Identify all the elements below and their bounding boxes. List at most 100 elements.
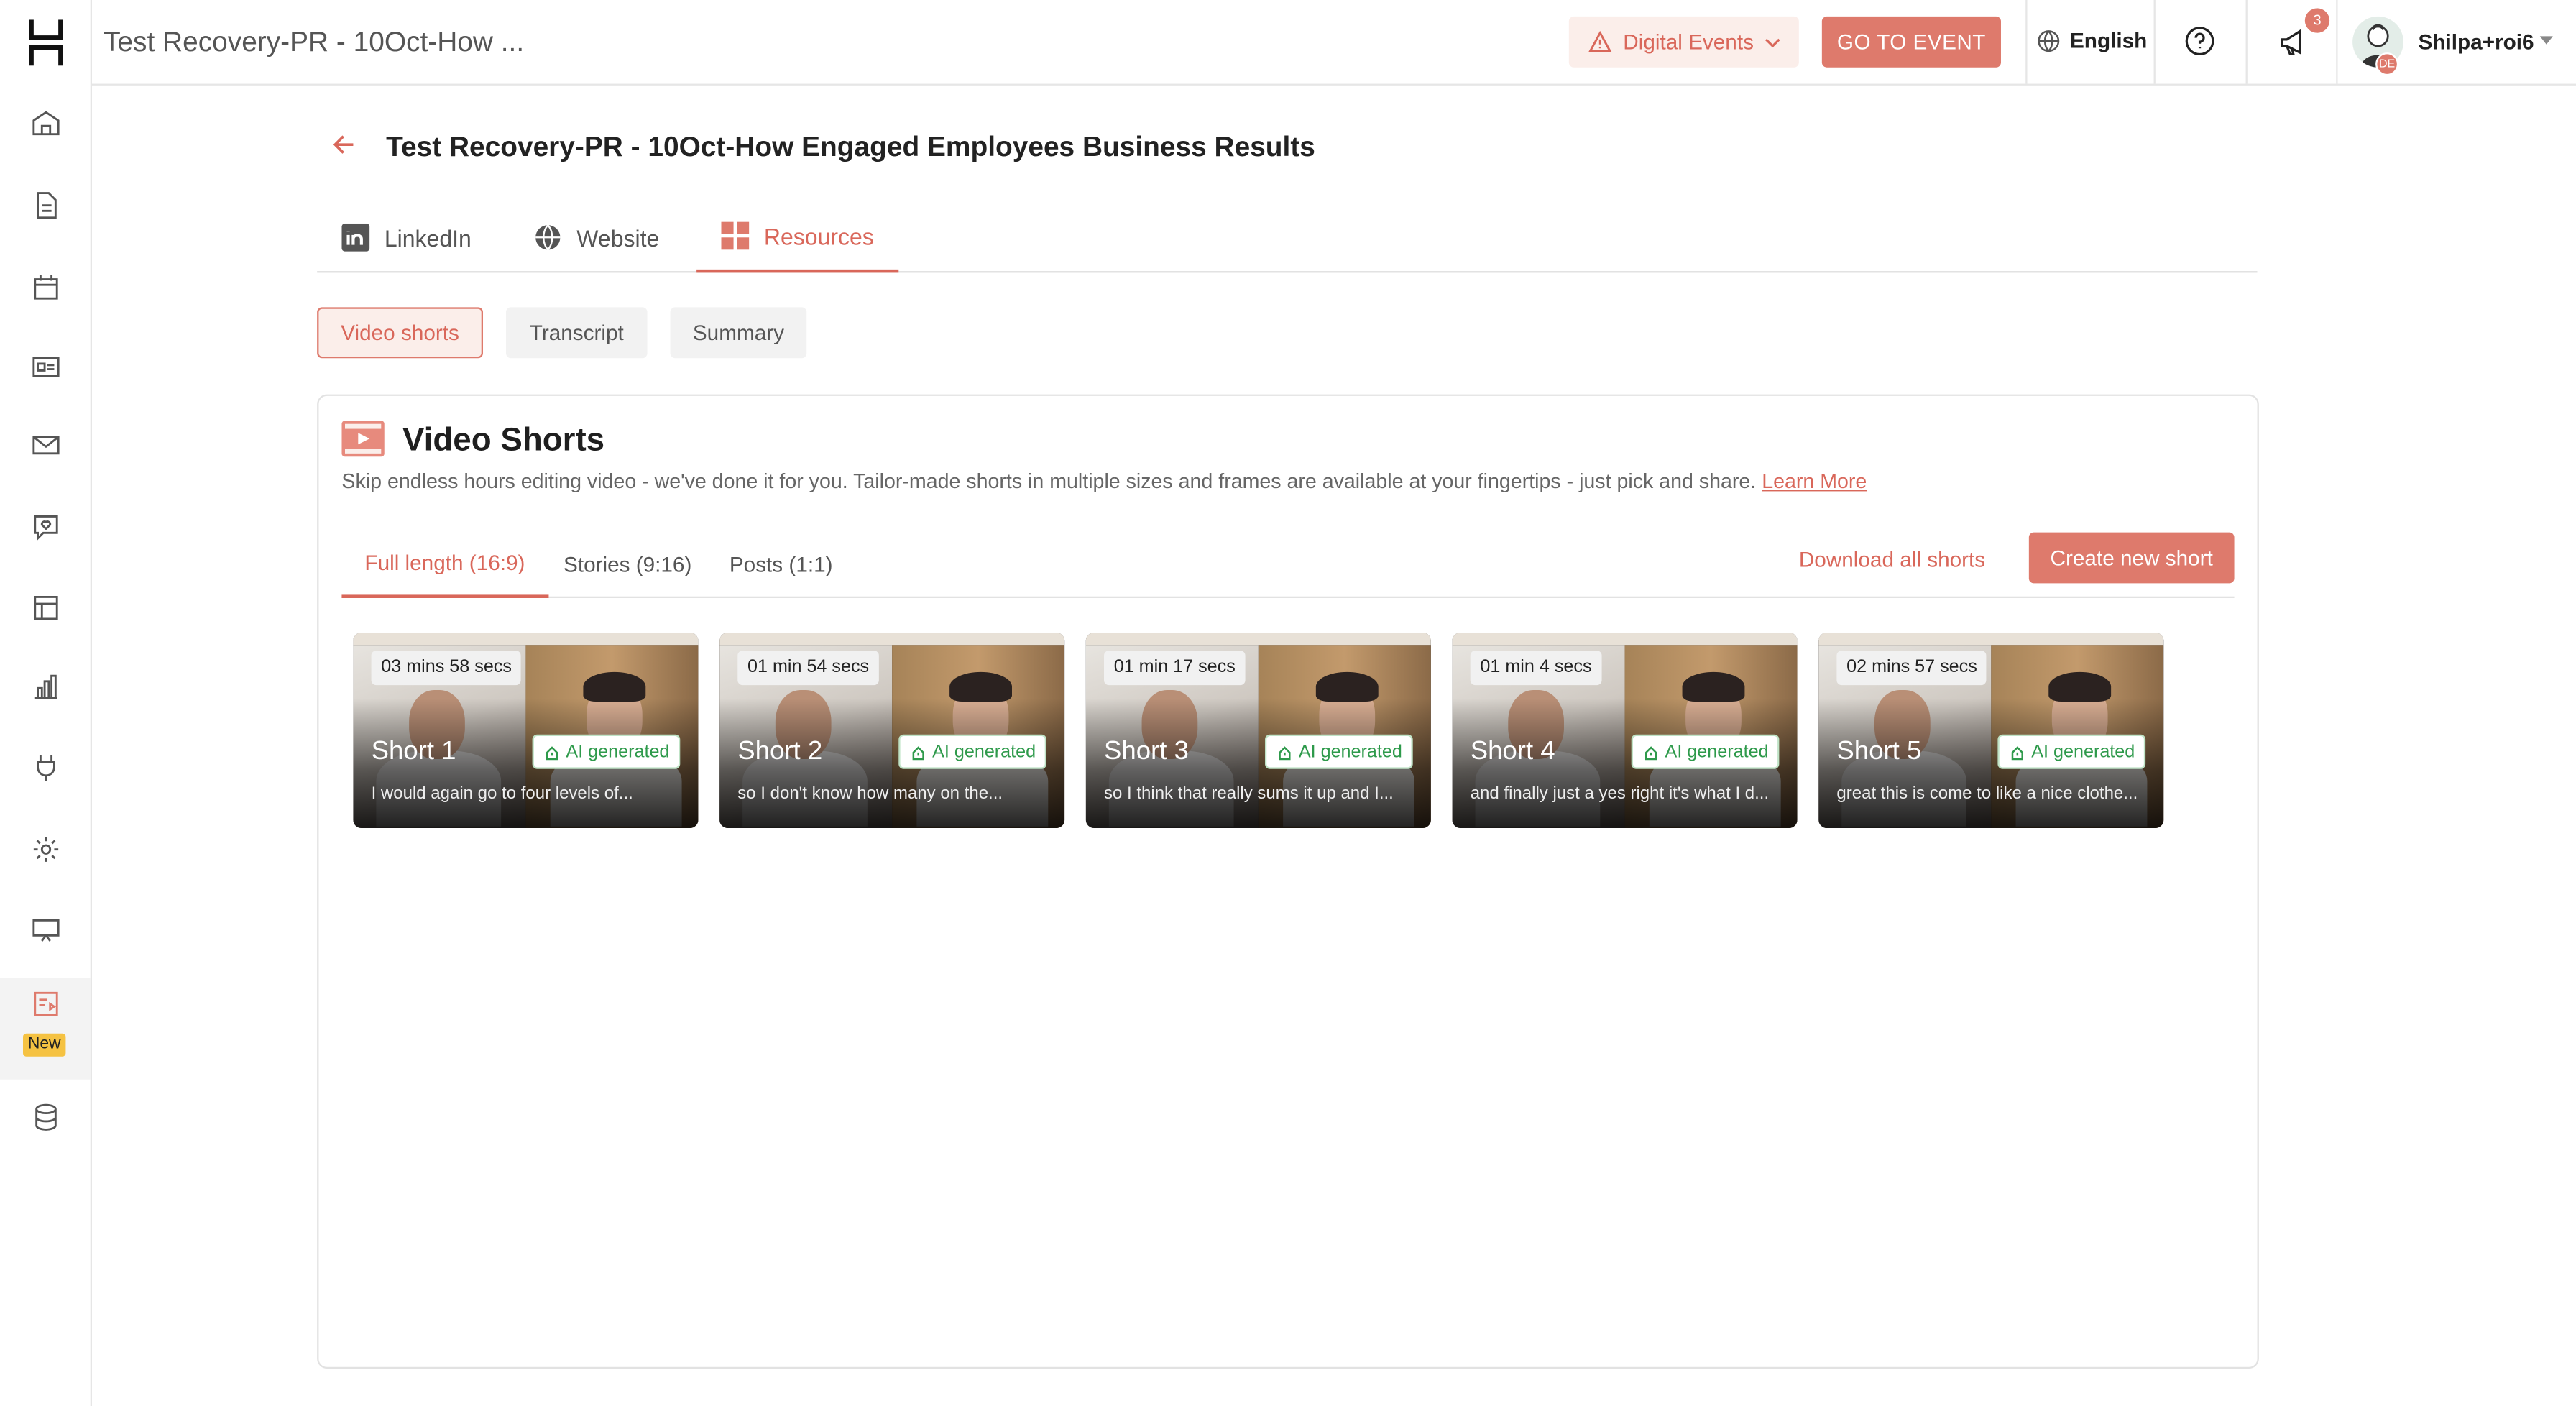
ai-generated-label: AI generated	[932, 741, 1036, 762]
divider	[2153, 0, 2156, 84]
create-new-short-button[interactable]: Create new short	[2028, 532, 2235, 584]
brand-logo-icon[interactable]	[28, 19, 64, 66]
ai-generated-badge: AI generated	[898, 734, 1046, 769]
ai-generated-badge: AI generated	[1631, 734, 1780, 769]
short-duration: 01 min 4 secs	[1470, 651, 1602, 686]
chevron-down-icon	[1766, 37, 1781, 47]
globe-icon	[2038, 29, 2060, 52]
database-icon[interactable]	[27, 1098, 66, 1137]
calendar-icon[interactable]	[27, 268, 66, 308]
learn-more-link[interactable]: Learn More	[1762, 470, 1867, 493]
subtab-summary[interactable]: Summary	[670, 307, 807, 359]
card-description: Skip endless hours editing video - we've…	[341, 470, 1867, 493]
short-caption: great this is come to like a nice clothe…	[1836, 784, 2138, 804]
back-arrow-icon[interactable]	[332, 133, 355, 156]
bar-chart-icon[interactable]	[27, 667, 66, 707]
short-duration: 02 mins 57 secs	[1836, 651, 1987, 686]
app-root: New Test Recovery-PR - 10Oct-How ... Dig…	[0, 0, 2576, 1406]
go-to-event-button[interactable]: GO TO EVENT	[1821, 16, 2001, 68]
video-shorts-icon[interactable]	[27, 984, 66, 1024]
speaker-hair	[583, 671, 646, 702]
speaker-hair	[1682, 671, 1745, 702]
globe-icon	[535, 224, 561, 252]
ai-sparkle-icon	[2010, 745, 2023, 760]
video-shorts-card: Video Shorts Skip endless hours editing …	[317, 394, 2259, 1369]
mail-icon[interactable]	[27, 426, 66, 465]
short-caption: so I think that really sums it up and I.…	[1103, 784, 1394, 804]
short-title: Short 5	[1836, 738, 1922, 766]
sidebar: New	[0, 0, 92, 1406]
event-selector-button[interactable]: Digital Events	[1568, 16, 1799, 68]
short-duration: 01 min 54 secs	[737, 651, 879, 686]
tab-full-length[interactable]: Full length (16:9)	[341, 530, 548, 598]
event-selector-label: Digital Events	[1623, 29, 1754, 55]
thumbnail-frame	[719, 632, 1065, 646]
ai-generated-label: AI generated	[1298, 741, 1402, 762]
divider	[2025, 0, 2028, 84]
short-card[interactable]: 01 min 17 secs Short 3 AI generated so I…	[1085, 632, 1431, 828]
download-all-shorts-button[interactable]: Download all shorts	[1799, 547, 1985, 571]
language-selector[interactable]: English	[2037, 28, 2147, 52]
ai-generated-badge: AI generated	[532, 734, 681, 769]
short-card[interactable]: 01 min 54 secs Short 2 AI generated so I…	[719, 632, 1065, 828]
tab-resources-label: Resources	[763, 222, 874, 249]
speaker-hair	[1315, 671, 1379, 702]
home-icon[interactable]	[27, 104, 66, 143]
help-icon[interactable]	[2185, 27, 2214, 56]
new-badge: New	[22, 1033, 66, 1057]
short-card[interactable]: 02 mins 57 secs Short 5 AI generated gre…	[1818, 632, 2164, 828]
avatar-region-badge: DE	[2375, 52, 2399, 76]
ai-sparkle-icon	[911, 745, 924, 760]
monitor-icon[interactable]	[27, 910, 66, 950]
short-card[interactable]: 03 mins 58 secs Short 1 AI generated I w…	[353, 632, 699, 828]
document-icon[interactable]	[27, 185, 66, 225]
top-bar: Test Recovery-PR - 10Oct-How ... Digital…	[91, 0, 2576, 86]
grid-icon	[721, 221, 750, 250]
short-title: Short 2	[737, 738, 823, 766]
ai-generated-label: AI generated	[2031, 741, 2135, 762]
tab-linkedin[interactable]: LinkedIn	[317, 202, 496, 272]
ai-sparkle-icon	[1278, 745, 1290, 760]
window-title: Test Recovery-PR - 10Oct-How ...	[103, 26, 525, 58]
subtab-transcript[interactable]: Transcript	[505, 307, 648, 359]
linkedin-icon	[341, 223, 370, 252]
divider	[2336, 0, 2338, 84]
short-title: Short 1	[371, 738, 456, 766]
thumbnail-frame	[1452, 632, 1798, 646]
plug-icon[interactable]	[27, 748, 66, 787]
short-caption: so I don't know how many on the...	[737, 784, 1003, 804]
subtab-video-shorts[interactable]: Video shorts	[317, 307, 483, 359]
thumbnail-frame	[1818, 632, 2164, 646]
short-title: Short 4	[1470, 738, 1555, 766]
short-caption: I would again go to four levels of...	[371, 784, 633, 804]
ai-sparkle-icon	[1644, 745, 1657, 760]
tab-linkedin-label: LinkedIn	[384, 224, 472, 251]
tab-stories[interactable]: Stories (9:16)	[540, 530, 714, 598]
card-description-text: Skip endless hours editing video - we've…	[341, 469, 1757, 493]
short-duration: 03 mins 58 secs	[371, 651, 522, 686]
badge-icon[interactable]	[27, 346, 66, 386]
ai-generated-label: AI generated	[1665, 741, 1769, 762]
tab-posts[interactable]: Posts (1:1)	[707, 530, 856, 598]
tab-resources[interactable]: Resources	[696, 202, 899, 273]
user-name[interactable]: Shilpa+roi6	[2419, 29, 2534, 54]
short-caption: and finally just a yes right it's what I…	[1470, 784, 1770, 804]
notification-count-badge: 3	[2304, 8, 2330, 33]
settings-icon[interactable]	[27, 830, 66, 869]
tab-website-label: Website	[576, 224, 660, 251]
layout-icon[interactable]	[27, 588, 66, 628]
tab-website[interactable]: Website	[510, 202, 684, 272]
short-card[interactable]: 01 min 4 secs Short 4 AI generated and f…	[1452, 632, 1798, 828]
speaker-hair	[949, 671, 1012, 702]
caret-down-icon[interactable]	[2539, 36, 2553, 46]
short-title: Short 3	[1103, 738, 1189, 766]
main-tabs: LinkedIn Website Resources	[317, 202, 2258, 273]
thumbnail-frame	[1085, 632, 1431, 646]
card-title: Video Shorts	[402, 422, 605, 459]
ai-sparkle-icon	[545, 745, 557, 760]
short-duration: 01 min 17 secs	[1103, 651, 1246, 686]
page-title: Test Recovery-PR - 10Oct-How Engaged Emp…	[386, 131, 1315, 163]
megaphone-icon[interactable]	[2277, 27, 2310, 60]
speaker-hair	[2048, 671, 2112, 702]
chat-heart-icon[interactable]	[27, 507, 66, 547]
